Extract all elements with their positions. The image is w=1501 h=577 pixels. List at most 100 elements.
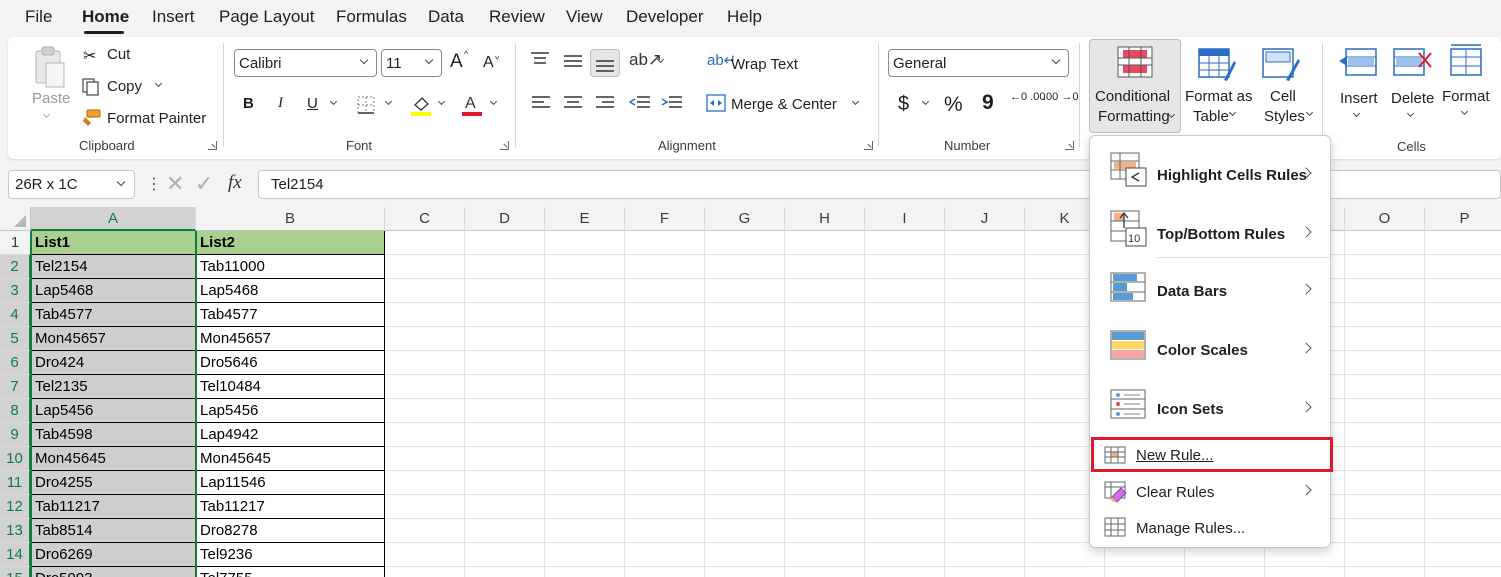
delete-cells-button[interactable]: Delete bbox=[1391, 90, 1434, 107]
cell-styles-label-2[interactable]: Styles bbox=[1264, 108, 1305, 125]
comma-style-button[interactable]: 9 bbox=[982, 91, 994, 115]
chevron-down-icon[interactable] bbox=[1460, 107, 1469, 116]
menu-item-color-scales[interactable]: Color Scales bbox=[1090, 318, 1330, 377]
row-header[interactable]: 3 bbox=[0, 279, 31, 303]
number-format-select[interactable]: General bbox=[888, 49, 1069, 77]
list2-cell[interactable]: Lap11546 bbox=[196, 471, 385, 495]
format-cells-button[interactable]: Format bbox=[1442, 88, 1490, 105]
format-as-table-label-2[interactable]: Table bbox=[1193, 108, 1229, 125]
tab-home[interactable]: Home bbox=[82, 7, 129, 27]
decrease-font-size-button[interactable]: A bbox=[483, 54, 494, 72]
select-all-corner[interactable] bbox=[0, 207, 31, 231]
paste-dropdown-chevron-icon[interactable] bbox=[42, 110, 51, 119]
list1-cell[interactable]: Mon45645 bbox=[31, 447, 196, 471]
font-family-select[interactable]: Calibri bbox=[234, 49, 377, 77]
row-header[interactable]: 12 bbox=[0, 495, 31, 519]
align-top-icon[interactable] bbox=[530, 51, 550, 72]
currency-button[interactable]: $ bbox=[898, 93, 909, 116]
column-header[interactable]: D bbox=[465, 207, 545, 231]
column-header[interactable]: J bbox=[945, 207, 1025, 231]
currency-dropdown-chevron-icon[interactable] bbox=[921, 97, 930, 106]
font-launcher-icon[interactable] bbox=[500, 141, 509, 150]
insert-cells-icon[interactable] bbox=[1338, 47, 1378, 84]
list2-cell[interactable]: Lap5468 bbox=[196, 279, 385, 303]
number-launcher-icon[interactable] bbox=[1065, 141, 1074, 150]
list1-cell[interactable]: Tel2154 bbox=[31, 255, 196, 279]
more-options-icon[interactable]: ⋮ bbox=[146, 174, 162, 194]
column-header[interactable]: I bbox=[865, 207, 945, 231]
insert-cells-button[interactable]: Insert bbox=[1340, 90, 1378, 107]
list1-cell[interactable]: Dro6269 bbox=[31, 543, 196, 567]
list2-cell[interactable]: Tab11000 bbox=[196, 255, 385, 279]
menu-item-manage-rules[interactable]: Manage Rules... bbox=[1090, 512, 1330, 546]
fill-color-icon[interactable] bbox=[410, 93, 434, 122]
column-header[interactable]: F bbox=[625, 207, 705, 231]
increase-indent-icon[interactable] bbox=[661, 95, 683, 116]
list1-header-cell[interactable]: List1 bbox=[31, 231, 196, 255]
menu-item-highlight-cells-rules[interactable]: Highlight Cells Rules bbox=[1090, 142, 1330, 202]
menu-item-top-bottom-rules[interactable]: 10 Top/Bottom Rules bbox=[1090, 202, 1330, 258]
row-header[interactable]: 13 bbox=[0, 519, 31, 543]
list2-cell[interactable]: Dro5646 bbox=[196, 351, 385, 375]
column-header[interactable]: H bbox=[785, 207, 865, 231]
list1-cell[interactable]: Lap5468 bbox=[31, 279, 196, 303]
borders-icon[interactable] bbox=[356, 95, 376, 120]
enter-icon[interactable]: ✓ bbox=[195, 171, 213, 197]
list2-cell[interactable]: Lap4942 bbox=[196, 423, 385, 447]
list2-cell[interactable]: Tab4577 bbox=[196, 303, 385, 327]
cell-styles-label-1[interactable]: Cell bbox=[1270, 88, 1296, 105]
list2-cell[interactable]: Mon45645 bbox=[196, 447, 385, 471]
tab-insert[interactable]: Insert bbox=[152, 7, 195, 27]
list1-cell[interactable]: Lap5456 bbox=[31, 399, 196, 423]
row-header[interactable]: 5 bbox=[0, 327, 31, 351]
column-header[interactable]: B bbox=[196, 207, 385, 231]
font-size-select[interactable]: 11 bbox=[381, 49, 442, 77]
increase-decimal-button[interactable]: ←0 .00 bbox=[1010, 92, 1045, 103]
format-painter-button[interactable]: Format Painter bbox=[107, 110, 206, 127]
column-header[interactable]: E bbox=[545, 207, 625, 231]
cancel-icon[interactable]: ✕ bbox=[166, 171, 184, 197]
tab-formulas[interactable]: Formulas bbox=[336, 7, 407, 27]
menu-item-icon-sets[interactable]: Icon Sets bbox=[1090, 377, 1330, 436]
list2-cell[interactable]: Tel9236 bbox=[196, 543, 385, 567]
list2-cell[interactable]: Tel10484 bbox=[196, 375, 385, 399]
list2-cell[interactable]: Mon45657 bbox=[196, 327, 385, 351]
row-header[interactable]: 8 bbox=[0, 399, 31, 423]
italic-button[interactable]: I bbox=[278, 95, 283, 112]
row-header[interactable]: 6 bbox=[0, 351, 31, 375]
row-header[interactable]: 15 bbox=[0, 567, 31, 577]
copy-icon[interactable] bbox=[81, 77, 101, 102]
list2-cell[interactable]: Tab11217 bbox=[196, 495, 385, 519]
list1-cell[interactable]: Tab8514 bbox=[31, 519, 196, 543]
paste-label[interactable]: Paste bbox=[32, 90, 70, 107]
font-color-icon[interactable]: A bbox=[461, 93, 483, 122]
chevron-down-icon[interactable] bbox=[1305, 108, 1314, 117]
chevron-down-icon[interactable] bbox=[1352, 109, 1361, 118]
chevron-down-icon[interactable] bbox=[1406, 109, 1415, 118]
row-header[interactable]: 7 bbox=[0, 375, 31, 399]
column-header[interactable]: G bbox=[705, 207, 785, 231]
decrease-indent-icon[interactable] bbox=[628, 95, 651, 116]
tab-view[interactable]: View bbox=[566, 7, 603, 27]
copy-dropdown-chevron-icon[interactable] bbox=[154, 79, 163, 88]
row-header[interactable]: 10 bbox=[0, 447, 31, 471]
list1-cell[interactable]: Tab11217 bbox=[31, 495, 196, 519]
name-box[interactable]: 26R x 1C bbox=[8, 170, 135, 199]
list1-cell[interactable]: Dro424 bbox=[31, 351, 196, 375]
merge-dropdown-chevron-icon[interactable] bbox=[851, 97, 860, 106]
format-as-table-icon[interactable] bbox=[1198, 47, 1236, 88]
align-bottom-button[interactable] bbox=[590, 49, 620, 77]
row-header[interactable]: 4 bbox=[0, 303, 31, 327]
tab-review[interactable]: Review bbox=[489, 7, 545, 27]
percent-button[interactable]: % bbox=[944, 93, 963, 117]
format-cells-icon[interactable] bbox=[1448, 43, 1484, 84]
font-color-dropdown-chevron-icon[interactable] bbox=[489, 97, 498, 106]
tab-developer[interactable]: Developer bbox=[626, 7, 704, 27]
tab-page-layout[interactable]: Page Layout bbox=[219, 7, 314, 27]
borders-dropdown-chevron-icon[interactable] bbox=[384, 97, 393, 106]
fill-color-dropdown-chevron-icon[interactable] bbox=[437, 97, 446, 106]
row-header[interactable]: 2 bbox=[0, 255, 31, 279]
delete-cells-icon[interactable] bbox=[1393, 47, 1433, 84]
column-header[interactable]: P bbox=[1425, 207, 1501, 231]
increase-font-size-button[interactable]: A bbox=[450, 51, 463, 73]
